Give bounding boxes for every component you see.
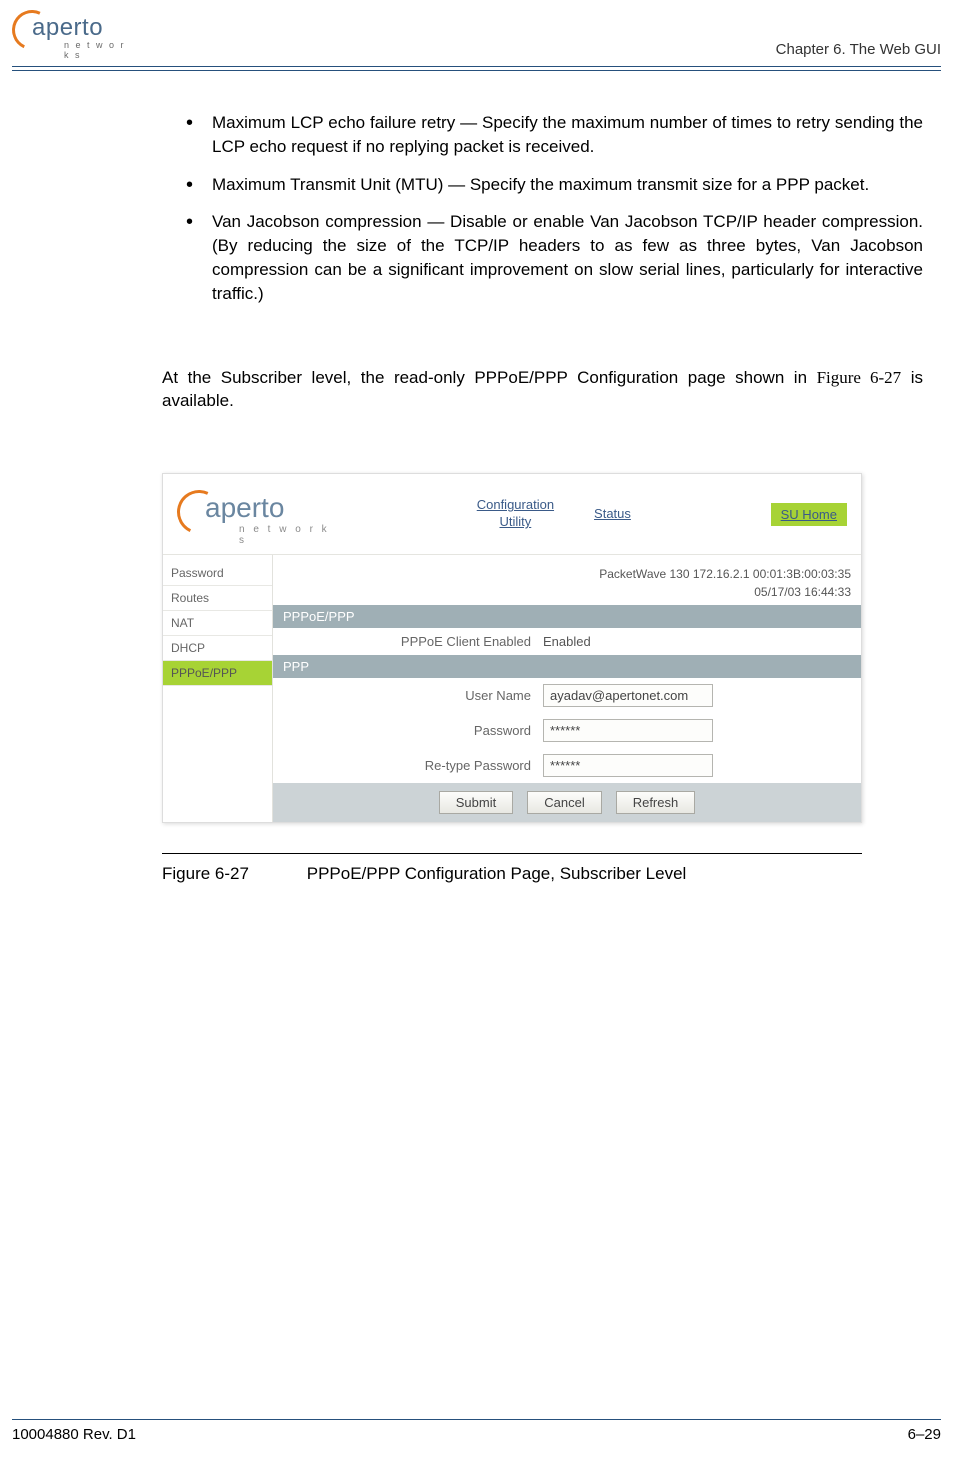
sidebar-item-pppoe[interactable]: PPPoE/PPP	[163, 661, 272, 686]
screenshot-header: aperto n e t w o r k s ConfigurationUtil…	[163, 474, 861, 555]
input-username[interactable]	[543, 684, 713, 707]
button-bar: Submit Cancel Refresh	[273, 783, 861, 822]
section-header-pppoe: PPPoE/PPP	[273, 605, 861, 628]
figure-caption-rule	[162, 853, 862, 854]
sidebar-item-dhcp[interactable]: DHCP	[163, 636, 272, 661]
page-header: aperto n e t w o r k s Chapter 6. The We…	[0, 0, 953, 64]
bullet-item: Maximum Transmit Unit (MTU) — Specify th…	[212, 173, 923, 197]
chapter-label: Chapter 6. The Web GUI	[776, 41, 941, 58]
figure-caption: Figure 6-27 PPPoE/PPP Configuration Page…	[162, 864, 862, 884]
paragraph-pre: At the Subscriber level, the read-only P…	[162, 368, 817, 387]
label-client-enabled: PPPoE Client Enabled	[283, 634, 543, 649]
bullet-item: Maximum LCP echo failure retry — Specify…	[212, 111, 923, 159]
screenshot-nav: ConfigurationUtility Status	[337, 497, 771, 531]
row-username: User Name	[273, 678, 861, 713]
nav-link-configuration[interactable]: ConfigurationUtility	[477, 497, 554, 531]
intro-paragraph: At the Subscriber level, the read-only P…	[162, 366, 923, 414]
sidebar-item-routes[interactable]: Routes	[163, 586, 272, 611]
submit-button[interactable]: Submit	[439, 791, 513, 814]
row-password: Password	[273, 713, 861, 748]
meta-line-2: 05/17/03 16:44:33	[273, 583, 851, 601]
sidebar-item-password[interactable]: Password	[163, 561, 272, 586]
header-rule-1	[12, 66, 941, 67]
input-password[interactable]	[543, 719, 713, 742]
input-retype-password[interactable]	[543, 754, 713, 777]
figure-wrap: aperto n e t w o r k s ConfigurationUtil…	[162, 473, 862, 884]
screenshot-logo: aperto n e t w o r k s	[177, 484, 337, 544]
meta-line-1: PacketWave 130 172.16.2.1 00:01:3B:00:03…	[273, 565, 851, 583]
section-header-ppp: PPP	[273, 655, 861, 678]
page-footer: 10004880 Rev. D1 6–29	[12, 1419, 941, 1443]
bullet-list: Maximum LCP echo failure retry — Specify…	[162, 111, 923, 306]
screenshot-main: PacketWave 130 172.16.2.1 00:01:3B:00:03…	[273, 555, 861, 822]
nav-link-su-home[interactable]: SU Home	[771, 503, 847, 526]
screenshot-sidebar: Password Routes NAT DHCP PPPoE/PPP	[163, 555, 273, 822]
row-client-enabled: PPPoE Client Enabled Enabled	[273, 628, 861, 655]
figure-number: Figure 6-27	[162, 864, 302, 884]
footer-right: 6–29	[908, 1426, 941, 1443]
row-retype-password: Re-type Password	[273, 748, 861, 783]
figure-reference: Figure 6-27	[817, 368, 902, 387]
screenshot-body: Password Routes NAT DHCP PPPoE/PPP Packe…	[163, 555, 861, 822]
label-username: User Name	[283, 688, 543, 703]
embedded-screenshot: aperto n e t w o r k s ConfigurationUtil…	[162, 473, 862, 823]
nav-link-status[interactable]: Status	[594, 506, 631, 523]
bullet-item: Van Jacobson compression — Disable or en…	[212, 210, 923, 305]
footer-left: 10004880 Rev. D1	[12, 1426, 136, 1443]
content-area: Maximum LCP echo failure retry — Specify…	[0, 71, 953, 884]
device-meta: PacketWave 130 172.16.2.1 00:01:3B:00:03…	[273, 555, 861, 605]
value-client-enabled: Enabled	[543, 634, 591, 649]
screenshot-logo-subtext: n e t w o r k s	[239, 524, 337, 546]
figure-caption-text: PPPoE/PPP Configuration Page, Subscriber…	[307, 864, 687, 883]
sidebar-item-nat[interactable]: NAT	[163, 611, 272, 636]
footer-rule	[12, 1419, 941, 1420]
label-retype-password: Re-type Password	[283, 758, 543, 773]
refresh-button[interactable]: Refresh	[616, 791, 696, 814]
label-password: Password	[283, 723, 543, 738]
logo: aperto n e t w o r k s	[12, 8, 132, 58]
cancel-button[interactable]: Cancel	[527, 791, 601, 814]
screenshot-logo-text: aperto	[205, 492, 284, 524]
logo-text: aperto	[32, 14, 103, 42]
logo-subtext: n e t w o r k s	[64, 40, 132, 60]
